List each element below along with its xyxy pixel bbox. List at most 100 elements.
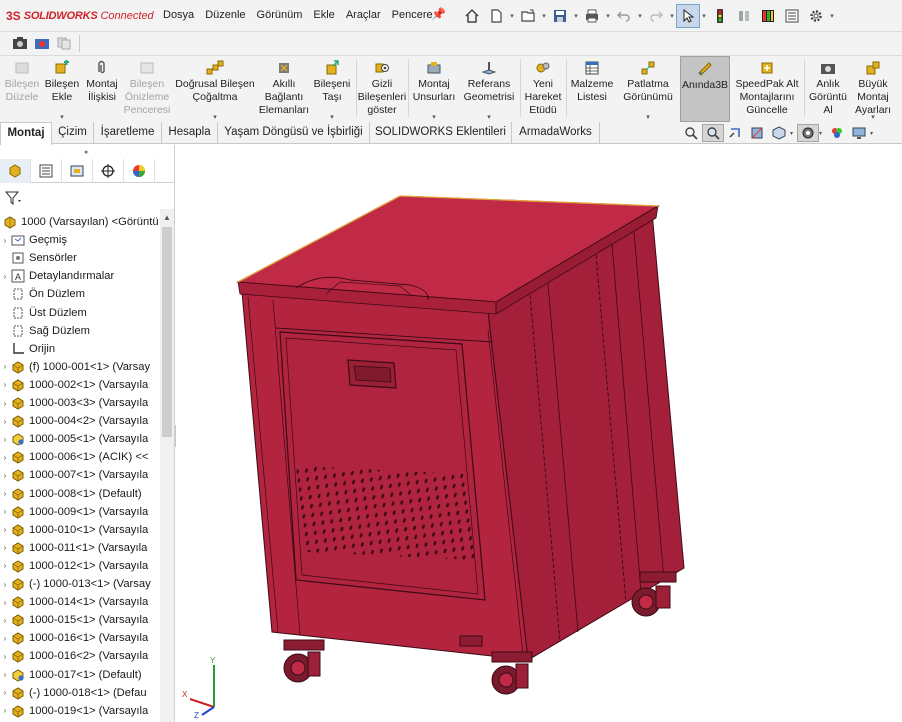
instant3d-button[interactable]: Anında3B [680, 56, 730, 122]
panel-grip-icon[interactable]: ● [84, 149, 88, 156]
menu-araclar[interactable]: Araçlar [346, 9, 381, 21]
menu-duzenle[interactable]: Düzenle [205, 9, 245, 21]
tree-item[interactable]: › 1000-005<1> (Varsayıla [0, 430, 160, 448]
component-preview-button[interactable]: Bileşen Önizleme Penceresi [122, 56, 172, 122]
camera-color-icon[interactable] [32, 32, 52, 54]
tree-expander-icon[interactable]: › [0, 435, 10, 444]
speedpak-update-button[interactable]: SpeedPak Alt Montajlarını Güncelle [732, 56, 802, 122]
tab-hesapla[interactable]: Hesapla [162, 122, 218, 144]
print-dropdown-icon[interactable]: ▾ [604, 4, 612, 28]
move-component-button[interactable]: Bileşeni Taşı ▾ [310, 56, 354, 122]
save-dropdown-icon[interactable]: ▾ [572, 4, 580, 28]
copy-disabled-icon[interactable] [54, 32, 74, 54]
tree-item[interactable]: Üst Düzlem [0, 304, 160, 322]
cabinet-model[interactable] [176, 145, 902, 722]
tree-expander-icon[interactable]: › [0, 598, 10, 607]
move-component-dropdown-icon[interactable]: ▾ [330, 113, 334, 121]
appearance-icon[interactable] [826, 124, 848, 142]
tree-expander-icon[interactable]: › [0, 362, 10, 371]
rebuild-icon[interactable] [732, 4, 756, 28]
new-document-icon[interactable] [484, 4, 508, 28]
configuration-manager-tab-icon[interactable] [62, 159, 93, 183]
tree-item[interactable]: Sağ Düzlem [0, 322, 160, 340]
exploded-view-button[interactable]: Patlatma Görünümü ▾ [618, 56, 678, 122]
undo-icon[interactable] [612, 4, 636, 28]
tree-scrollbar[interactable]: ▲ [160, 209, 174, 722]
tree-expander-icon[interactable]: › [0, 272, 10, 281]
tree-item[interactable]: › 1000-015<1> (Varsayıla [0, 611, 160, 629]
new-dropdown-icon[interactable]: ▾ [508, 4, 516, 28]
scrollbar-thumb[interactable] [162, 227, 172, 437]
tree-item[interactable]: › 1000-008<1> (Default) [0, 485, 160, 503]
print-icon[interactable] [580, 4, 604, 28]
tree-expander-icon[interactable]: › [0, 688, 10, 697]
tree-expander-icon[interactable]: › [0, 417, 10, 426]
edit-component-button[interactable]: Bileşen Düzele [2, 56, 42, 122]
tree-item[interactable]: Ön Düzlem [0, 285, 160, 303]
tree-expander-icon[interactable]: › [0, 489, 10, 498]
menu-gorunum[interactable]: Görünüm [257, 9, 303, 21]
view-orientation-dropdown-icon[interactable]: ▾ [790, 130, 797, 137]
tree-item[interactable]: › 1000-019<1> (Varsayıla [0, 702, 160, 720]
tree-expander-icon[interactable]: › [0, 525, 10, 534]
reference-geometry-button[interactable]: Referans Geometrisi ▾ [460, 56, 518, 122]
tree-expander-icon[interactable]: › [0, 616, 10, 625]
previous-view-icon[interactable] [724, 124, 746, 142]
pin-icon[interactable]: 📌 [431, 7, 446, 21]
tree-expander-icon[interactable]: › [0, 399, 10, 408]
tree-item[interactable]: Orijin [0, 340, 160, 358]
show-hidden-components-button[interactable]: Gizli Bileşenleri göster [358, 56, 406, 122]
large-assembly-dropdown-icon[interactable]: ▾ [871, 113, 875, 121]
tree-expander-icon[interactable]: › [0, 670, 10, 679]
view-orientation-icon[interactable] [768, 124, 790, 142]
tree-item[interactable]: › 1000-007<1> (Varsayıla [0, 466, 160, 484]
tree-item[interactable]: › 1000-016<2> (Varsayıla [0, 647, 160, 665]
linear-pattern-dropdown-icon[interactable]: ▾ [213, 113, 217, 121]
select-dropdown-icon[interactable]: ▾ [700, 4, 708, 28]
take-snapshot-button[interactable]: Anlık Görüntü Al [806, 56, 850, 122]
tree-expander-icon[interactable]: › [0, 580, 10, 589]
tree-expander-icon[interactable]: › [0, 380, 10, 389]
zoom-area-icon[interactable] [702, 124, 724, 142]
select-pointer-icon[interactable] [676, 4, 700, 28]
redo-dropdown-icon[interactable]: ▾ [668, 4, 676, 28]
tree-expander-icon[interactable]: › [0, 652, 10, 661]
traffic-light-icon[interactable] [708, 4, 732, 28]
insert-component-button[interactable]: Bileşen Ekle ▾ [42, 56, 82, 122]
assembly-features-button[interactable]: Montaj Unsurları ▾ [410, 56, 458, 122]
property-manager-tab-icon[interactable] [31, 159, 62, 183]
dimxpert-tab-icon[interactable] [93, 159, 124, 183]
tree-item[interactable]: Sensörler [0, 249, 160, 267]
tree-expander-icon[interactable]: › [0, 634, 10, 643]
tree-item[interactable]: › 1000-016<1> (Varsayıla [0, 629, 160, 647]
section-view-icon[interactable] [746, 124, 768, 142]
tree-item[interactable]: › 1000-010<1> (Varsayıla [0, 521, 160, 539]
file-properties-icon[interactable] [756, 4, 780, 28]
display-style-dropdown-icon[interactable]: ▾ [819, 130, 826, 137]
scroll-up-icon[interactable]: ▲ [163, 213, 171, 222]
tree-item[interactable]: › 1000-009<1> (Varsayıla [0, 503, 160, 521]
solidworks-logo[interactable]: 3S SOLIDWORKS Connected [6, 8, 154, 24]
display-manager-tab-icon[interactable] [124, 159, 155, 183]
tab-yasam-dongusu[interactable]: Yaşam Döngüsü ve İşbirliği [218, 122, 370, 144]
tree-item[interactable]: › A Detaylandırmalar [0, 267, 160, 285]
tree-item[interactable]: › 1000-004<2> (Varsayıla [0, 412, 160, 430]
feature-manager-tab-icon[interactable] [0, 159, 31, 183]
tree-expander-icon[interactable]: › [0, 561, 10, 570]
insert-component-dropdown-icon[interactable]: ▾ [60, 113, 64, 121]
smart-fasteners-button[interactable]: Akıllı Bağlantı Elemanları [258, 56, 310, 122]
display-style-icon[interactable] [797, 124, 819, 142]
tree-item[interactable]: › 1000-014<1> (Varsayıla [0, 593, 160, 611]
menu-pencere[interactable]: Pencere [392, 9, 433, 21]
tab-solidworks-eklentileri[interactable]: SOLIDWORKS Eklentileri [370, 122, 512, 144]
monitor-dropdown-icon[interactable]: ▾ [870, 130, 877, 137]
camera-icon[interactable] [10, 32, 30, 54]
tree-expander-icon[interactable]: › [0, 471, 10, 480]
new-motion-study-button[interactable]: Yeni Hareket Etüdü [522, 56, 564, 122]
tab-montaj[interactable]: Montaj [0, 122, 52, 145]
tree-root-assembly[interactable]: 1000 (Varsayılan) <Görüntü [0, 213, 160, 231]
open-folder-icon[interactable] [516, 4, 540, 28]
gear-dropdown-icon[interactable]: ▾ [828, 4, 836, 28]
mate-button[interactable]: Montaj İlişkisi [82, 56, 122, 122]
tree-item[interactable]: › (-) 1000-013<1> (Varsay [0, 575, 160, 593]
